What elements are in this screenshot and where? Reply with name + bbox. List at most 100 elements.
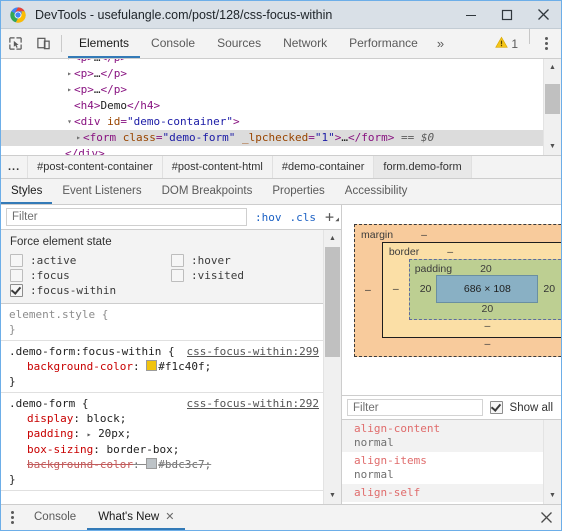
close-button[interactable] — [525, 2, 561, 28]
padding-left-value[interactable]: 20 — [415, 283, 437, 295]
css-declaration-background-color-overridden[interactable]: background-color: #bdc3c7; — [1, 457, 323, 472]
box-model-border[interactable]: border – – padding 20 20 686 × 108 20 20… — [381, 242, 561, 338]
border-left-value[interactable]: – — [389, 283, 403, 295]
toggle-hover-states-button[interactable]: :hov — [251, 211, 286, 224]
minimize-button[interactable] — [453, 2, 489, 28]
declaration-value[interactable]: border-box — [106, 443, 172, 456]
box-model-content[interactable]: 686 × 108 — [436, 275, 539, 303]
tab-elements[interactable]: Elements — [68, 29, 141, 58]
breadcrumb-item-demo-container[interactable]: #demo-container — [273, 156, 375, 178]
force-state-focus-within[interactable]: :focus-within — [1, 283, 162, 298]
show-all-toggle[interactable]: Show all — [483, 401, 561, 414]
tab-event-listeners[interactable]: Event Listeners — [52, 179, 151, 204]
device-toolbar-icon[interactable] — [29, 29, 57, 58]
scroll-up-arrow-icon[interactable]: ▲ — [544, 59, 561, 76]
padding-top-value[interactable]: 20 — [480, 263, 492, 275]
force-state-focus[interactable]: :focus — [1, 268, 162, 283]
kebab-menu-icon[interactable] — [535, 29, 561, 58]
more-tabs-chevron-icon[interactable]: » — [429, 29, 452, 58]
warning-indicator[interactable]: 1 — [495, 29, 524, 58]
dom-node-div-close[interactable]: </div> — [1, 146, 543, 155]
tab-properties[interactable]: Properties — [262, 179, 334, 204]
scrollbar-track[interactable] — [544, 76, 561, 138]
declaration-value[interactable]: 20px — [98, 427, 125, 440]
margin-left-value[interactable]: – — [361, 284, 375, 296]
expand-triangle-icon[interactable]: ▸ — [65, 59, 74, 66]
tab-styles[interactable]: Styles — [1, 179, 53, 204]
computed-filter-input[interactable]: Filter — [347, 399, 483, 416]
css-declaration-padding[interactable]: padding: ▸ 20px; — [1, 426, 323, 442]
new-style-rule-button[interactable]: + ◢ — [320, 208, 341, 226]
dom-node-div-demo-container[interactable]: ▾ <div id="demo-container"> — [1, 114, 543, 130]
margin-bottom-value[interactable]: – — [484, 338, 490, 350]
scrollbar-thumb[interactable] — [325, 247, 340, 357]
breadcrumb-item-form-demo-form[interactable]: form.demo-form — [374, 156, 472, 178]
declaration-property[interactable]: background-color — [27, 360, 133, 373]
checkbox-visited[interactable] — [171, 269, 184, 282]
border-top-value[interactable]: – — [447, 246, 453, 258]
scroll-down-arrow-icon[interactable]: ▼ — [544, 487, 561, 504]
tab-accessibility[interactable]: Accessibility — [335, 179, 418, 204]
computed-property-align-items[interactable]: align-items normal — [342, 452, 543, 484]
computed-scrollbar[interactable]: ▼ — [543, 420, 561, 504]
color-swatch[interactable] — [146, 458, 158, 469]
drawer-tab-console[interactable]: Console — [23, 505, 87, 530]
force-state-hover[interactable]: :hover — [162, 253, 323, 268]
css-declaration-display[interactable]: display: block; — [1, 411, 323, 426]
scroll-up-arrow-icon[interactable]: ▲ — [324, 230, 341, 247]
checkbox-show-all[interactable] — [489, 401, 503, 414]
scrollbar-track[interactable] — [324, 247, 341, 487]
scrollbar-thumb[interactable] — [545, 84, 560, 114]
dom-node-p[interactable]: ▸<p>…</p> — [1, 82, 543, 98]
dom-node-p[interactable]: ▸<p>…</p> — [1, 59, 543, 66]
close-drawer-icon[interactable] — [531, 505, 561, 530]
breadcrumb-item-post-content-html[interactable]: #post-content-html — [163, 156, 273, 178]
declaration-property[interactable]: box-sizing — [27, 443, 93, 456]
margin-top-value[interactable]: – — [421, 229, 427, 241]
declaration-value[interactable]: #bdc3c7 — [158, 458, 204, 471]
checkbox-hover[interactable] — [171, 254, 184, 267]
tab-performance[interactable]: Performance — [338, 29, 429, 58]
maximize-button[interactable] — [489, 2, 525, 28]
tab-dom-breakpoints[interactable]: DOM Breakpoints — [152, 179, 263, 204]
drawer-tab-whats-new[interactable]: What's New ✕ — [87, 505, 186, 530]
scroll-down-arrow-icon[interactable]: ▼ — [544, 138, 561, 155]
css-declaration-box-sizing[interactable]: box-sizing: border-box; — [1, 442, 323, 457]
scroll-down-arrow-icon[interactable]: ▼ — [324, 487, 341, 504]
declaration-value[interactable]: block — [87, 412, 120, 425]
css-declaration-background-color[interactable]: background-color: #f1c40f; — [1, 359, 323, 374]
styles-scrollbar[interactable]: ▲ ▼ — [323, 230, 341, 504]
rule-selector[interactable]: .demo-form { — [9, 396, 88, 411]
inspect-element-icon[interactable] — [1, 29, 29, 58]
breadcrumb-overflow[interactable]: ... — [1, 156, 29, 178]
styles-filter-input[interactable]: Filter — [6, 208, 247, 226]
computed-properties-list[interactable]: align-content normal align-items normal … — [342, 420, 561, 504]
dom-tree-scrollbar[interactable]: ▲ ▼ — [543, 59, 561, 155]
rule-source-link[interactable]: css-focus-within:292 — [187, 396, 319, 411]
drawer-kebab-menu-icon[interactable] — [1, 505, 23, 530]
collapse-triangle-icon[interactable]: ▾ — [65, 114, 74, 130]
rule-selector[interactable]: .demo-form:focus-within { — [9, 344, 175, 359]
tab-sources[interactable]: Sources — [206, 29, 272, 58]
checkbox-focus-within[interactable] — [10, 284, 23, 297]
tab-console[interactable]: Console — [140, 29, 206, 58]
checkbox-active[interactable] — [10, 254, 23, 267]
expand-triangle-icon[interactable]: ▸ — [65, 82, 74, 98]
declaration-value[interactable]: #f1c40f — [158, 360, 204, 373]
box-model-padding[interactable]: padding 20 20 686 × 108 20 20 — [408, 259, 561, 320]
checkbox-focus[interactable] — [10, 269, 23, 282]
scrollbar-track[interactable] — [544, 420, 561, 487]
color-swatch[interactable] — [146, 360, 158, 371]
expand-triangle-icon[interactable]: ▸ — [65, 66, 74, 82]
rule-source-link[interactable]: css-focus-within:299 — [187, 344, 319, 359]
dom-node-h4[interactable]: <h4>Demo</h4> — [1, 98, 543, 114]
force-state-visited[interactable]: :visited — [162, 268, 323, 283]
declaration-property[interactable]: background-color — [27, 458, 133, 471]
computed-property-align-content[interactable]: align-content normal — [342, 420, 543, 452]
close-tab-icon[interactable]: ✕ — [165, 510, 174, 523]
border-bottom-value[interactable]: – — [484, 320, 490, 332]
breadcrumb-item-post-content-container[interactable]: #post-content-container — [28, 156, 163, 178]
expand-triangle-icon[interactable]: ▸ — [74, 130, 83, 146]
box-model-margin[interactable]: margin – – border – – padding 20 20 686 … — [354, 224, 561, 357]
force-state-active[interactable]: :active — [1, 253, 162, 268]
